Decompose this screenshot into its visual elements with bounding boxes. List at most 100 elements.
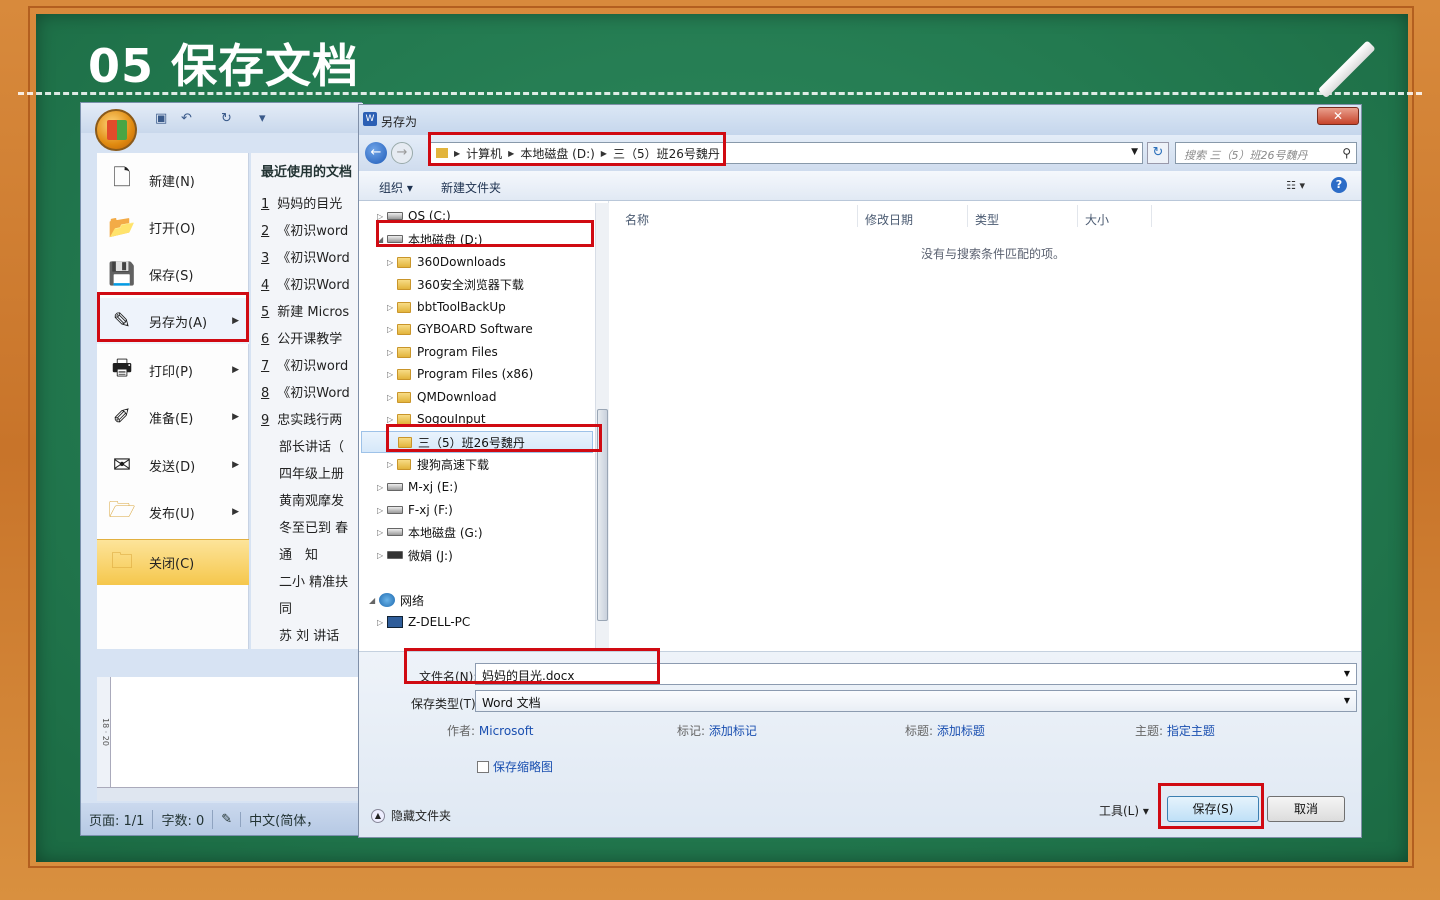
menu-open[interactable]: 📂 打开(O) [97,204,249,250]
column-size[interactable]: 大小 [1085,211,1109,228]
tree-item[interactable]: ▷ M-xj (E:) [377,476,458,498]
folder-icon [397,323,411,335]
language[interactable]: 中文(简体， [241,810,327,829]
title-field: 标题: 添加标题 [905,724,985,738]
tree-item[interactable]: ◢ 本地磁盘 (D:) [377,228,482,250]
forward-button[interactable]: → [391,142,413,164]
menu-save-as[interactable]: ✎ 另存为(A) ▶ [97,298,249,344]
recent-item[interactable]: 5 新建 Micros [261,301,349,325]
tree-item[interactable]: ▷ OS (C:) [377,205,451,227]
folder-icon [397,458,411,470]
chevron-down-icon[interactable]: ▼ [1131,147,1138,157]
scrollbar-thumb[interactable] [597,409,608,621]
new-document-icon: 🗋 [113,166,131,191]
tree-item[interactable]: ▷ SogouInput [387,408,486,430]
save-button[interactable]: 保存(S) [1167,796,1259,822]
save-icon[interactable]: ▣ [155,111,171,126]
tree-item[interactable]: 360安全浏览器下载 [387,273,524,295]
menu-print[interactable]: 🖶 打印(P) ▶ [97,347,249,393]
close-folder-icon: 🗀 [110,548,133,574]
breadcrumb-folder[interactable]: 三（5）班26号魏丹 [613,145,720,162]
page-count[interactable]: 页面: 1/1 [81,809,154,829]
recent-item[interactable]: 四年级上册 [279,463,344,487]
filename-input[interactable]: 妈妈的目光.docx ▼ [475,663,1357,685]
close-button[interactable]: ✕ [1317,107,1359,125]
breadcrumb-computer[interactable]: 计算机 [466,145,502,162]
tree-item[interactable]: ▷ Program Files [387,341,498,363]
recent-item[interactable]: 3 《初识Word [261,247,350,271]
cancel-button[interactable]: 取消 [1267,796,1345,822]
recent-item[interactable]: 部长讲话（ [279,436,344,460]
recent-item[interactable]: 黄南观摩发 [279,490,344,514]
tree-item[interactable]: ◢ 网络 [369,589,424,611]
submenu-arrow-icon: ▶ [232,507,239,517]
tree-item[interactable]: ▷ F-xj (F:) [377,499,453,521]
customize-qat-icon[interactable]: ▾ [259,111,275,126]
tree-item[interactable]: ▷ Program Files (x86) [387,363,533,385]
menu-publish[interactable]: 🗁 发布(U) ▶ [97,489,249,535]
redo-icon[interactable]: ↻ [221,111,237,126]
menu-close[interactable]: 🗀 关闭(C) [97,539,249,585]
recent-item[interactable]: 4 《初识Word [261,274,350,298]
recent-item[interactable]: 6 公开课教学 [261,328,342,352]
word-count[interactable]: 字数: 0 [153,809,214,829]
thumbnail-checkbox[interactable]: 保存缩略图 [477,758,553,775]
tree-item[interactable]: ▷ QMDownload [387,386,496,408]
view-options-icon[interactable]: ☷ ▾ [1286,179,1305,192]
menu-prepare[interactable]: ✐ 准备(E) ▶ [97,394,249,440]
folder-icon [397,301,411,313]
help-icon[interactable]: ? [1331,177,1347,193]
recent-item[interactable]: 冬至已到 春 [279,517,348,541]
tree-item[interactable]: ▷ 搜狗高速下载 [387,453,489,475]
tree-item[interactable]: ▷ Z-DELL-PC [377,611,470,633]
refresh-button[interactable]: ↻ [1147,142,1169,164]
tree-item[interactable]: ▷ 本地磁盘 (G:) [377,521,483,543]
hide-folders-toggle[interactable]: ▲ 隐藏文件夹 [371,807,451,824]
undo-icon[interactable]: ↶ [181,111,197,126]
chevron-down-icon[interactable]: ▼ [1344,669,1350,678]
search-icon[interactable]: ⚲ [1342,146,1351,160]
recent-item[interactable]: 通 知 [279,544,318,568]
column-type[interactable]: 类型 [975,211,999,228]
recent-item[interactable]: 苏 刘 讲话 [279,625,339,649]
menu-send[interactable]: ✉ 发送(D) ▶ [97,442,249,488]
tags-link[interactable]: 添加标记 [709,724,757,738]
breadcrumb-drive-d[interactable]: 本地磁盘 (D:) [520,145,594,162]
organize-button[interactable]: 组织 ▾ [379,179,413,196]
search-input[interactable]: 搜索 三（5）班26号魏丹 ⚲ [1175,142,1357,164]
recent-item[interactable]: 二小 精准扶 [279,571,348,595]
recent-item[interactable]: 8 《初识Word [261,382,350,406]
new-folder-button[interactable]: 新建文件夹 [441,179,501,196]
tree-item[interactable]: ▷ GYBOARD Software [387,318,533,340]
tree-item-selected[interactable]: 三（5）班26号魏丹 [361,431,593,453]
recent-item[interactable]: 7 《初识word [261,355,348,379]
proofing-icon[interactable]: ✎ [213,811,242,827]
tree-item[interactable]: ▷ 微娟 (J:) [377,544,453,566]
document-area[interactable] [111,677,361,787]
menu-save[interactable]: 💾 保存(S) [97,251,249,297]
column-modified[interactable]: 修改日期 [865,211,913,228]
filetype-select[interactable]: Word 文档 ▼ [475,690,1357,712]
recent-item[interactable]: 9 忠实践行两 [261,409,342,433]
recent-item[interactable]: 1 妈妈的目光 [261,193,342,217]
file-list[interactable]: 名称 修改日期 类型 大小 没有与搜索条件匹配的项。 [611,201,1361,651]
horizontal-scrollbar[interactable] [97,787,361,801]
title-link[interactable]: 添加标题 [937,724,985,738]
tree-item[interactable]: ▷ 360Downloads [387,251,506,273]
checkbox-icon[interactable] [477,760,489,773]
address-bar[interactable]: ▶ 计算机 ▶ 本地磁盘 (D:) ▶ 三（5）班26号魏丹 ▼ [429,142,1143,164]
chevron-down-icon[interactable]: ▼ [1344,696,1350,705]
tree-scrollbar[interactable] [595,203,609,649]
subject-link[interactable]: 指定主题 [1167,724,1215,738]
author-link[interactable]: Microsoft [479,724,534,738]
column-divider [1077,205,1078,227]
office-button[interactable] [95,109,137,151]
tree-item[interactable]: ▷ bbtToolBackUp [387,296,506,318]
recent-item[interactable]: 2 《初识word [261,220,348,244]
recent-item[interactable]: 同 [279,598,292,622]
printer-icon: 🖶 [111,356,133,381]
back-button[interactable]: ← [365,142,387,164]
menu-new[interactable]: 🗋 新建(N) [97,157,249,203]
tools-menu[interactable]: 工具(L) ▾ [1099,802,1149,819]
column-name[interactable]: 名称 [625,211,649,228]
